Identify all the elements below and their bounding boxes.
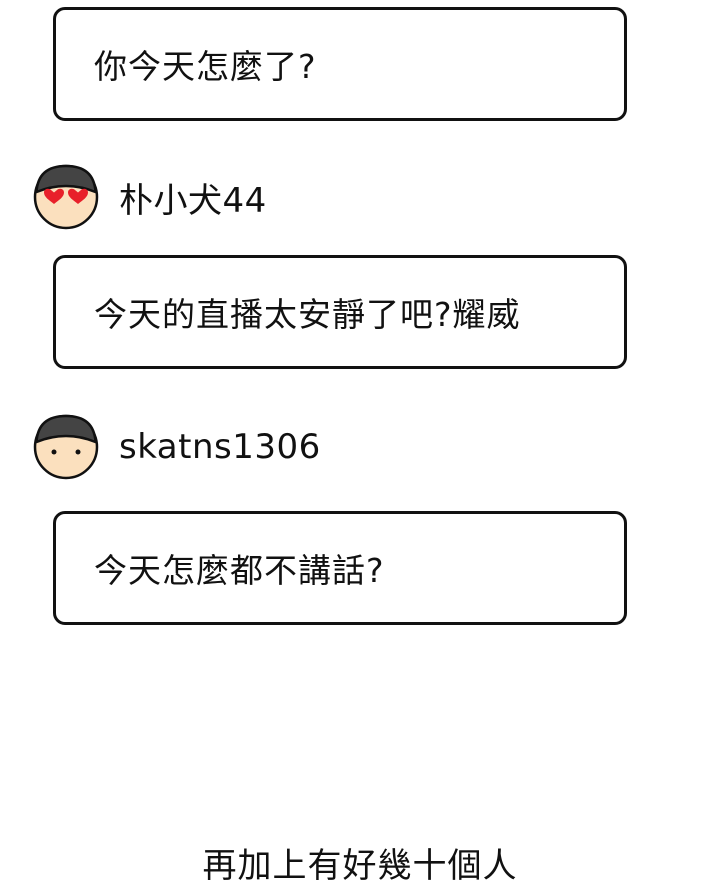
caption-text: 再加上有好幾十個人 (202, 846, 518, 886)
comment-user-2: 朴小犬44 (33, 163, 267, 231)
comment-text-1: 你今天怎麼了? (94, 47, 317, 86)
comment-user-3: skatns1306 (33, 413, 321, 481)
comment-username-3: skatns1306 (119, 427, 321, 467)
comment-text-3: 今天怎麼都不講話? (94, 551, 385, 590)
heart-eyes-avatar-icon (33, 164, 99, 230)
plain-face-avatar-icon (33, 414, 99, 480)
comment-username-2: 朴小犬44 (119, 180, 267, 221)
comment-bubble-3: 今天怎麼都不講話? (53, 511, 627, 625)
comment-text-2: 今天的直播太安靜了吧?耀威 (94, 295, 521, 334)
comment-bubble-2: 今天的直播太安靜了吧?耀威 (53, 255, 627, 369)
comment-bubble-1: 你今天怎麼了? (53, 7, 627, 121)
